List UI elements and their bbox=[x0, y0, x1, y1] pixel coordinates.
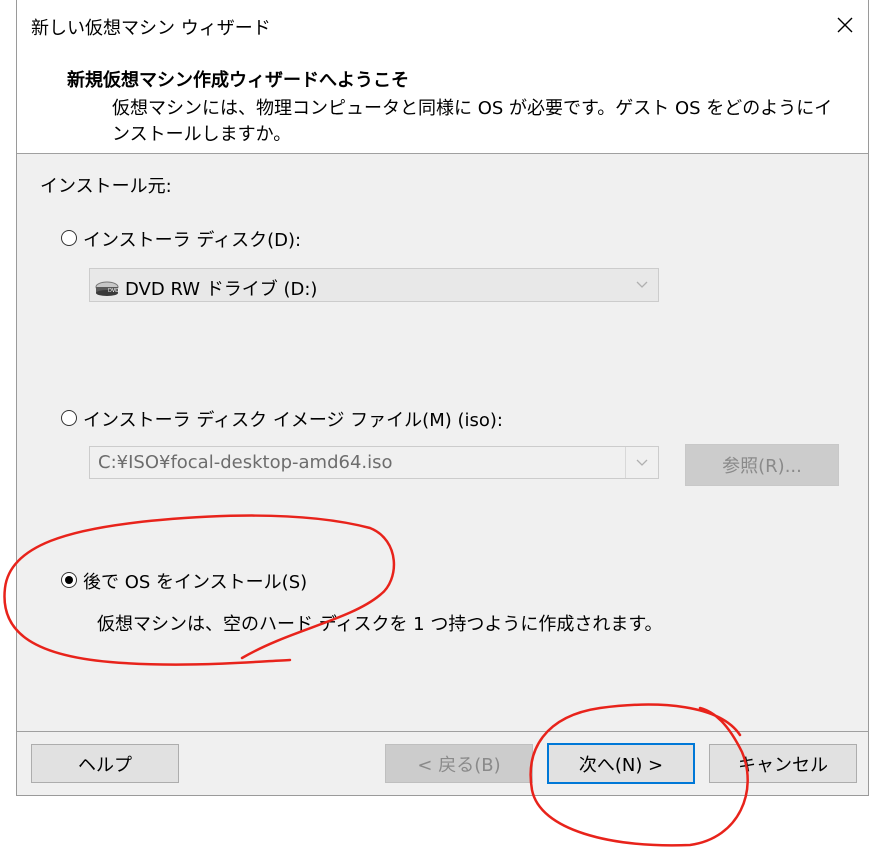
wizard-header: 新しい仮想マシン ウィザード 新規仮想マシン作成ウィザードへようこそ 仮想マシン… bbox=[17, 0, 868, 154]
chevron-down-icon bbox=[636, 281, 648, 288]
wizard-window: 新しい仮想マシン ウィザード 新規仮想マシン作成ウィザードへようこそ 仮想マシン… bbox=[16, 0, 869, 796]
chevron-down-icon bbox=[636, 459, 648, 466]
installer-disc-label[interactable]: インストーラ ディスク(D): bbox=[83, 226, 301, 252]
iso-path-value: C:¥ISO¥focal-desktop-amd64.iso bbox=[98, 452, 393, 473]
install-later-label[interactable]: 後で OS をインストール(S) bbox=[83, 568, 307, 594]
radio-installer-disc[interactable] bbox=[61, 230, 77, 246]
install-source-label: インストール元: bbox=[40, 176, 172, 197]
cancel-button[interactable]: キャンセル bbox=[709, 744, 857, 783]
dvd-drive-icon: DVD bbox=[95, 281, 119, 296]
close-icon bbox=[837, 17, 853, 33]
next-button[interactable]: 次へ(N) > bbox=[547, 743, 695, 784]
window-title: 新しい仮想マシン ウィザード bbox=[31, 18, 271, 39]
page-description: 仮想マシンには、物理コンピュータと同様に OS が必要です。ゲスト OS をどの… bbox=[112, 98, 833, 145]
back-button[interactable]: < 戻る(B) bbox=[385, 744, 533, 783]
drive-select[interactable]: DVD DVD RW ドライブ (D:) bbox=[89, 268, 659, 302]
radio-install-later[interactable] bbox=[61, 572, 77, 588]
iso-path-field[interactable]: C:¥ISO¥focal-desktop-amd64.iso bbox=[89, 446, 659, 479]
radio-iso-image[interactable] bbox=[61, 410, 77, 426]
browse-button[interactable]: 参照(R)... bbox=[685, 444, 839, 486]
page-heading: 新規仮想マシン作成ウィザードへようこそ bbox=[67, 70, 409, 91]
help-button[interactable]: ヘルプ bbox=[31, 744, 179, 783]
close-button[interactable] bbox=[822, 0, 868, 50]
iso-image-label[interactable]: インストーラ ディスク イメージ ファイル(M) (iso): bbox=[83, 406, 503, 432]
iso-path-dropdown[interactable] bbox=[625, 447, 658, 478]
drive-select-value: DVD RW ドライブ (D:) bbox=[125, 279, 318, 300]
footer-separator bbox=[17, 731, 868, 732]
svg-text:DVD: DVD bbox=[108, 288, 119, 294]
install-later-note: 仮想マシンは、空のハード ディスクを 1 つ持つように作成されます。 bbox=[97, 614, 663, 635]
